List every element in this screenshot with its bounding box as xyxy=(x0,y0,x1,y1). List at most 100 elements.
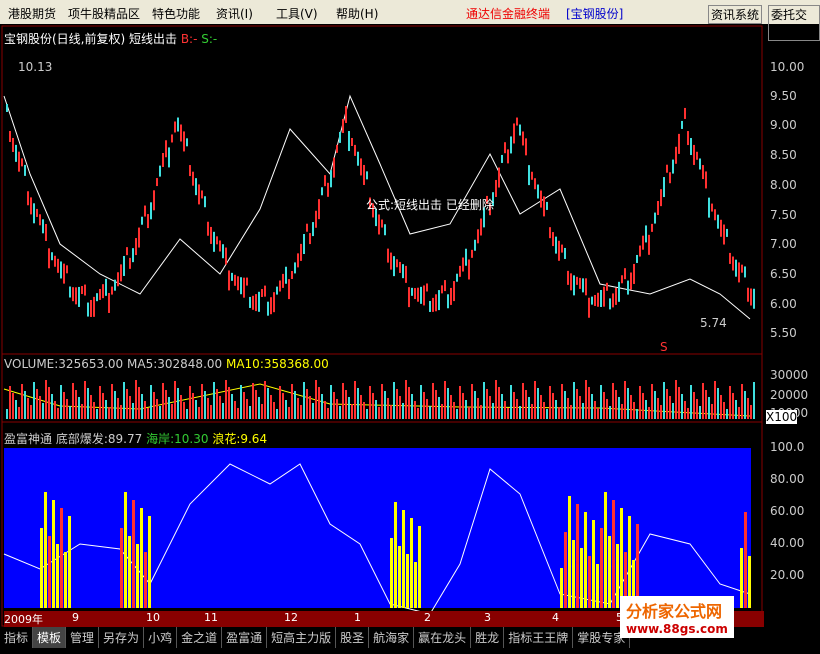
volume-bar xyxy=(126,389,128,419)
indicator-bar xyxy=(390,538,393,608)
menu-item[interactable]: 工具(V) xyxy=(276,5,318,22)
volume-bar xyxy=(477,398,479,419)
tab[interactable]: 胜龙 xyxy=(471,627,505,648)
candle xyxy=(687,131,689,146)
volume-bar xyxy=(363,402,365,419)
candle xyxy=(333,157,335,178)
candle xyxy=(204,196,206,208)
candle xyxy=(651,223,653,232)
volume-bar xyxy=(237,408,239,419)
candle xyxy=(549,227,551,239)
candle xyxy=(195,178,197,196)
candle xyxy=(219,240,221,252)
volume-bar xyxy=(483,382,485,419)
candle xyxy=(15,144,17,162)
indicator-legend: 盈富神通 底部爆发:89.77 海岸:10.30 浪花:9.64 xyxy=(4,432,268,446)
volume-bar xyxy=(54,401,56,419)
menu-item[interactable]: 帮助(H) xyxy=(336,5,378,22)
volume-bar xyxy=(399,396,401,419)
volume-bar xyxy=(729,386,731,419)
indicator-bar xyxy=(406,554,409,608)
volume-bar xyxy=(195,400,197,419)
indicator-bar xyxy=(620,508,623,608)
candle xyxy=(480,218,482,236)
candle xyxy=(702,165,704,180)
tab[interactable]: 盈富通 xyxy=(222,627,268,648)
tab[interactable]: 指标 xyxy=(0,627,34,648)
candle xyxy=(45,223,47,241)
volume-bar xyxy=(162,383,164,419)
menu-item[interactable]: 港股期货 xyxy=(8,5,56,22)
candle xyxy=(450,287,452,305)
tab[interactable]: 航海家 xyxy=(369,627,415,648)
indicator-bar xyxy=(418,526,421,608)
candle xyxy=(99,288,101,300)
tab[interactable]: 股圣 xyxy=(336,627,370,648)
tab[interactable]: 赢在龙头 xyxy=(414,627,472,648)
volume-bar xyxy=(48,387,50,419)
candle xyxy=(330,170,332,188)
volume-bar xyxy=(468,407,470,419)
candle xyxy=(606,282,608,291)
high-label: 10.13 xyxy=(18,60,53,74)
news-button[interactable]: 资讯系统 xyxy=(708,5,763,24)
volume-bar xyxy=(144,401,146,419)
candle xyxy=(321,187,323,196)
volume-bar xyxy=(648,407,650,419)
candle xyxy=(324,175,326,187)
menu-item[interactable]: 资讯(I) xyxy=(216,5,253,22)
candle xyxy=(513,123,515,144)
volume-bar xyxy=(600,385,602,419)
tab[interactable]: 另存为 xyxy=(99,627,145,648)
candle xyxy=(108,292,110,313)
candle xyxy=(693,144,695,165)
candle xyxy=(408,287,410,308)
volume-bar xyxy=(645,400,647,419)
volume-bar xyxy=(654,391,656,419)
chart-area[interactable] xyxy=(0,24,820,627)
volume-bar xyxy=(441,404,443,419)
tab[interactable]: 短高主力版 xyxy=(267,627,337,648)
volume-bar xyxy=(456,409,458,419)
candle xyxy=(243,277,245,298)
volume-bar xyxy=(429,406,431,419)
candle xyxy=(396,259,398,268)
candle xyxy=(150,202,152,220)
indicator-bar xyxy=(398,546,401,608)
candle xyxy=(117,272,119,287)
tab[interactable]: 模板 xyxy=(33,627,67,648)
menu-item[interactable]: 项牛股精品区 xyxy=(68,5,140,22)
volume-bar xyxy=(33,382,35,419)
candle xyxy=(168,147,170,168)
indicator-bar xyxy=(588,556,591,608)
candle xyxy=(405,265,407,283)
candle xyxy=(318,199,320,220)
candle xyxy=(360,158,362,176)
volume-bar xyxy=(750,405,752,419)
candle xyxy=(102,284,104,299)
indicator-bar xyxy=(616,544,619,608)
tab[interactable]: 指标王王牌 xyxy=(504,627,574,648)
tab[interactable]: 小鸡 xyxy=(144,627,178,648)
volume-bar xyxy=(312,403,314,419)
volume-bar xyxy=(321,394,323,419)
formula-deleted-msg: 公式:短线出击 已经删除 xyxy=(366,198,494,212)
candle xyxy=(390,252,392,270)
candle xyxy=(240,277,242,295)
candle xyxy=(165,140,167,158)
indicator-bar xyxy=(612,500,615,608)
candle xyxy=(177,117,179,132)
volume-bar xyxy=(333,392,335,419)
volume-bar xyxy=(708,397,710,419)
tab[interactable]: 金之道 xyxy=(177,627,223,648)
candle xyxy=(594,294,596,306)
candle xyxy=(186,138,188,147)
candle xyxy=(399,261,401,273)
candle xyxy=(675,146,677,164)
volume-bar xyxy=(189,386,191,419)
menu-item[interactable]: 特色功能 xyxy=(152,5,200,22)
volume-bar xyxy=(684,401,686,419)
tab[interactable]: 管理 xyxy=(66,627,100,648)
candle xyxy=(441,285,443,294)
volume-bar xyxy=(18,407,20,419)
